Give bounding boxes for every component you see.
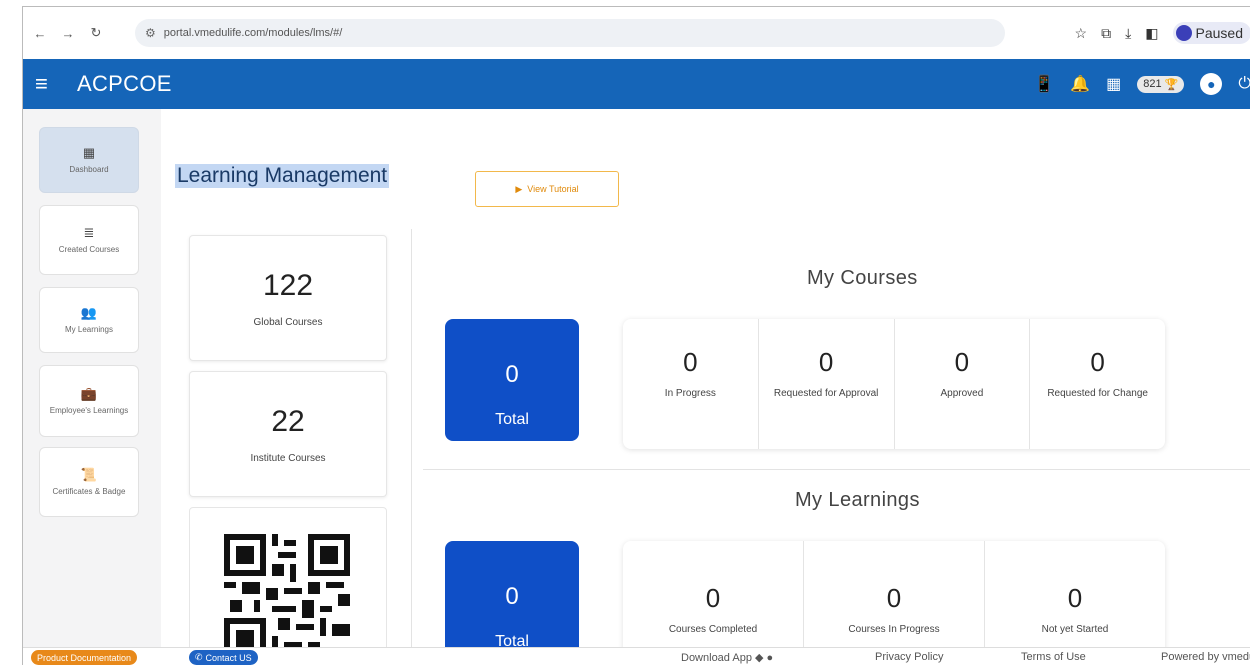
view-tutorial-button[interactable]: ▶ View Tutorial	[475, 171, 619, 207]
metric-label: Requested for Approval	[773, 388, 879, 399]
sidebar-item-employees-learnings[interactable]: 💼 Employee's Learnings	[39, 365, 139, 437]
footer: Product Documentation ✆ Contact US Downl…	[23, 647, 1250, 665]
contact-us-button[interactable]: ✆ Contact US	[189, 650, 258, 665]
my-courses-metrics: 0 In Progress 0 Requested for Approval 0…	[623, 319, 1165, 449]
sidebar-item-label: Dashboard	[69, 165, 109, 174]
metric-requested-change[interactable]: 0 Requested for Change	[1030, 319, 1165, 449]
sidebar-item-label: Employee's Learnings	[49, 406, 129, 415]
metric-value: 0	[1090, 347, 1105, 377]
android-icon: ◆	[755, 652, 764, 664]
stat-value: 122	[262, 268, 314, 302]
header-actions: 📱 🔔 ▦ 821 🏆 ● ⏻	[1034, 59, 1250, 109]
apps-grid-icon[interactable]: ▦	[1106, 74, 1121, 94]
sidebar-item-label: Certificates & Badge	[52, 487, 126, 496]
sidepanel-icon[interactable]: ◧	[1145, 25, 1158, 42]
phone-icon: ✆	[195, 652, 203, 662]
stat-label: Institute Courses	[250, 452, 326, 464]
bell-icon[interactable]: 🔔	[1070, 74, 1090, 94]
app-header: ≡ ACPCOE 📱 🔔 ▦ 821 🏆 ● ⏻	[23, 59, 1250, 109]
metric-requested-approval[interactable]: 0 Requested for Approval	[759, 319, 895, 449]
download-icon[interactable]: ⤓	[1125, 25, 1131, 42]
play-circle-icon: ▶	[515, 183, 523, 194]
metric-value: 0	[954, 347, 970, 377]
page-title: Learning Management	[175, 164, 390, 188]
sidebar-item-label: Created Courses	[58, 245, 120, 254]
sidebar-item-dashboard[interactable]: ▦ Dashboard	[39, 127, 139, 193]
browser-toolbar: ← → ↻ ⚙ portal.vmedulife.com/modules/lms…	[23, 7, 1250, 59]
horizontal-divider	[423, 469, 1250, 470]
metric-label: In Progress	[664, 388, 716, 399]
profile-avatar	[1175, 25, 1192, 41]
my-courses-total-tile[interactable]: 0 Total	[445, 319, 579, 441]
download-app-link[interactable]: Download App ◆ ●	[681, 651, 773, 664]
metric-in-progress[interactable]: 0 In Progress	[623, 319, 759, 449]
metric-value: 0	[683, 347, 698, 377]
extensions-icon[interactable]: ⧉	[1101, 25, 1111, 42]
sidebar-item-label: My Learnings	[64, 325, 114, 334]
metric-value: 0	[886, 583, 902, 613]
apple-icon: ●	[766, 652, 774, 664]
my-learnings-title: My Learnings	[795, 489, 920, 511]
profile-label: Paused	[1195, 25, 1243, 41]
metric-value: 0	[705, 583, 721, 613]
menu-icon[interactable]: ≡	[35, 71, 65, 97]
back-icon[interactable]: ←	[29, 22, 51, 44]
terms-of-use-link[interactable]: Terms of Use	[1021, 651, 1086, 663]
power-icon[interactable]: ⏻	[1238, 75, 1250, 93]
profile-button[interactable]: Paused	[1172, 22, 1250, 44]
metric-label: Courses In Progress	[848, 624, 940, 635]
stat-label: Global Courses	[253, 316, 323, 328]
browser-window: ← → ↻ ⚙ portal.vmedulife.com/modules/lms…	[22, 6, 1250, 665]
privacy-policy-link[interactable]: Privacy Policy	[875, 651, 943, 663]
sidebar: ▦ Dashboard ≣ Created Courses 👥 My Learn…	[23, 109, 161, 665]
trophy-icon: 🏆	[1164, 78, 1179, 91]
metric-label: Courses Completed	[668, 624, 758, 635]
global-courses-card[interactable]: 122 Global Courses	[189, 235, 387, 361]
metric-label: Not yet Started	[1041, 624, 1109, 635]
product-documentation-button[interactable]: Product Documentation	[31, 650, 138, 665]
site-settings-icon[interactable]: ⚙	[145, 26, 156, 40]
url-text: portal.vmedulife.com/modules/lms/#/	[163, 27, 343, 39]
metric-approved[interactable]: 0 Approved	[895, 319, 1031, 449]
view-tutorial-label: View Tutorial	[527, 184, 579, 194]
stat-value: 22	[271, 404, 305, 438]
download-app-label: Download App	[681, 652, 752, 664]
qr-code-card	[189, 507, 387, 665]
metric-label: Requested for Change	[1047, 388, 1148, 399]
total-value: 0	[505, 361, 519, 388]
brand-title: ACPCOE	[77, 71, 172, 96]
metric-value: 0	[1067, 583, 1083, 613]
reload-icon[interactable]: ↻	[85, 22, 107, 44]
contact-us-label: Contact US	[205, 652, 252, 663]
total-value: 0	[505, 583, 519, 610]
points-value: 821	[1143, 78, 1162, 90]
total-label: Total	[495, 411, 529, 428]
users-icon: 👥	[80, 305, 98, 320]
main-content: Learning Management ▶ View Tutorial 122 …	[161, 109, 1250, 665]
briefcase-icon: 💼	[80, 386, 98, 401]
layers-icon: ≣	[83, 225, 95, 240]
points-badge[interactable]: 821 🏆	[1137, 75, 1185, 93]
metric-value: 0	[818, 347, 834, 377]
qr-code	[224, 534, 350, 660]
institute-courses-card[interactable]: 22 Institute Courses	[189, 371, 387, 497]
certificate-icon: 📜	[80, 467, 98, 482]
sidebar-item-created-courses[interactable]: ≣ Created Courses	[39, 205, 139, 275]
powered-by-text: Powered by vmedulife	[1161, 651, 1250, 663]
vertical-divider	[411, 229, 412, 665]
address-bar[interactable]: ⚙ portal.vmedulife.com/modules/lms/#/	[135, 19, 1005, 47]
mobile-app-icon[interactable]: 📱	[1034, 74, 1054, 94]
metric-label: Approved	[940, 388, 984, 399]
grid-icon: ▦	[82, 145, 96, 160]
sidebar-item-certificates[interactable]: 📜 Certificates & Badge	[39, 447, 139, 517]
sidebar-item-my-learnings[interactable]: 👥 My Learnings	[39, 287, 139, 353]
user-account-icon[interactable]: ●	[1200, 73, 1223, 95]
browser-actions: ☆ ⧉ ⤓ ◧ Paused	[1075, 19, 1250, 47]
bookmark-star-icon[interactable]: ☆	[1075, 25, 1088, 42]
forward-icon[interactable]: →	[57, 22, 79, 44]
my-courses-title: My Courses	[807, 267, 918, 289]
